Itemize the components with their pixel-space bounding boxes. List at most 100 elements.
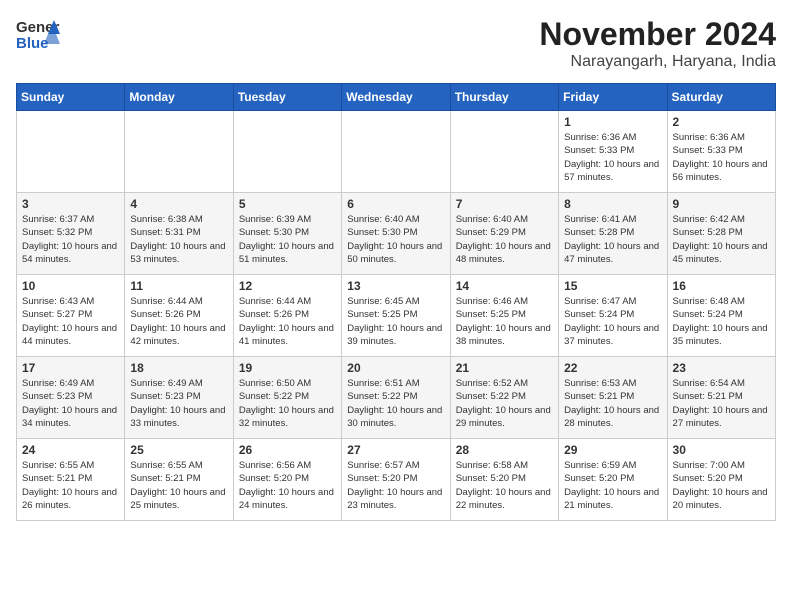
calendar-week-row: 3 Sunrise: 6:37 AMSunset: 5:32 PMDayligh…	[17, 193, 776, 275]
header-saturday: Saturday	[667, 84, 775, 111]
day-number: 25	[130, 443, 227, 457]
day-info: Sunrise: 6:40 AMSunset: 5:29 PMDaylight:…	[456, 213, 553, 266]
table-row: 30 Sunrise: 7:00 AMSunset: 5:20 PMDaylig…	[667, 439, 775, 521]
day-info: Sunrise: 6:59 AMSunset: 5:20 PMDaylight:…	[564, 459, 661, 512]
day-info: Sunrise: 6:56 AMSunset: 5:20 PMDaylight:…	[239, 459, 336, 512]
day-number: 27	[347, 443, 444, 457]
day-number: 29	[564, 443, 661, 457]
day-number: 23	[673, 361, 770, 375]
header-sunday: Sunday	[17, 84, 125, 111]
day-info: Sunrise: 6:38 AMSunset: 5:31 PMDaylight:…	[130, 213, 227, 266]
day-info: Sunrise: 6:55 AMSunset: 5:21 PMDaylight:…	[130, 459, 227, 512]
logo-icon: General Blue	[16, 16, 60, 52]
table-row	[342, 111, 450, 193]
table-row: 17 Sunrise: 6:49 AMSunset: 5:23 PMDaylig…	[17, 357, 125, 439]
table-row	[125, 111, 233, 193]
day-number: 24	[22, 443, 119, 457]
day-number: 11	[130, 279, 227, 293]
table-row: 16 Sunrise: 6:48 AMSunset: 5:24 PMDaylig…	[667, 275, 775, 357]
table-row: 14 Sunrise: 6:46 AMSunset: 5:25 PMDaylig…	[450, 275, 558, 357]
day-number: 16	[673, 279, 770, 293]
header-thursday: Thursday	[450, 84, 558, 111]
svg-text:Blue: Blue	[16, 35, 49, 52]
day-number: 18	[130, 361, 227, 375]
day-info: Sunrise: 6:43 AMSunset: 5:27 PMDaylight:…	[22, 295, 119, 348]
day-info: Sunrise: 6:57 AMSunset: 5:20 PMDaylight:…	[347, 459, 444, 512]
table-row: 27 Sunrise: 6:57 AMSunset: 5:20 PMDaylig…	[342, 439, 450, 521]
table-row	[450, 111, 558, 193]
day-info: Sunrise: 6:49 AMSunset: 5:23 PMDaylight:…	[22, 377, 119, 430]
day-number: 5	[239, 197, 336, 211]
header-friday: Friday	[559, 84, 667, 111]
table-row: 8 Sunrise: 6:41 AMSunset: 5:28 PMDayligh…	[559, 193, 667, 275]
header-tuesday: Tuesday	[233, 84, 341, 111]
day-number: 19	[239, 361, 336, 375]
day-number: 13	[347, 279, 444, 293]
table-row: 24 Sunrise: 6:55 AMSunset: 5:21 PMDaylig…	[17, 439, 125, 521]
day-number: 14	[456, 279, 553, 293]
logo: General Blue	[16, 16, 60, 52]
day-number: 12	[239, 279, 336, 293]
table-row: 26 Sunrise: 6:56 AMSunset: 5:20 PMDaylig…	[233, 439, 341, 521]
day-info: Sunrise: 6:50 AMSunset: 5:22 PMDaylight:…	[239, 377, 336, 430]
table-row: 9 Sunrise: 6:42 AMSunset: 5:28 PMDayligh…	[667, 193, 775, 275]
day-number: 15	[564, 279, 661, 293]
table-row: 18 Sunrise: 6:49 AMSunset: 5:23 PMDaylig…	[125, 357, 233, 439]
day-number: 4	[130, 197, 227, 211]
day-number: 10	[22, 279, 119, 293]
header-wednesday: Wednesday	[342, 84, 450, 111]
day-number: 28	[456, 443, 553, 457]
table-row: 29 Sunrise: 6:59 AMSunset: 5:20 PMDaylig…	[559, 439, 667, 521]
table-row: 12 Sunrise: 6:44 AMSunset: 5:26 PMDaylig…	[233, 275, 341, 357]
day-info: Sunrise: 6:52 AMSunset: 5:22 PMDaylight:…	[456, 377, 553, 430]
table-row: 3 Sunrise: 6:37 AMSunset: 5:32 PMDayligh…	[17, 193, 125, 275]
day-number: 30	[673, 443, 770, 457]
table-row: 28 Sunrise: 6:58 AMSunset: 5:20 PMDaylig…	[450, 439, 558, 521]
day-info: Sunrise: 6:39 AMSunset: 5:30 PMDaylight:…	[239, 213, 336, 266]
table-row: 19 Sunrise: 6:50 AMSunset: 5:22 PMDaylig…	[233, 357, 341, 439]
day-number: 8	[564, 197, 661, 211]
page-header: General Blue November 2024 Narayangarh, …	[16, 16, 776, 71]
table-row: 23 Sunrise: 6:54 AMSunset: 5:21 PMDaylig…	[667, 357, 775, 439]
day-info: Sunrise: 6:46 AMSunset: 5:25 PMDaylight:…	[456, 295, 553, 348]
day-info: Sunrise: 6:47 AMSunset: 5:24 PMDaylight:…	[564, 295, 661, 348]
day-info: Sunrise: 6:48 AMSunset: 5:24 PMDaylight:…	[673, 295, 770, 348]
day-number: 20	[347, 361, 444, 375]
day-info: Sunrise: 6:42 AMSunset: 5:28 PMDaylight:…	[673, 213, 770, 266]
calendar-week-row: 24 Sunrise: 6:55 AMSunset: 5:21 PMDaylig…	[17, 439, 776, 521]
table-row	[233, 111, 341, 193]
day-number: 9	[673, 197, 770, 211]
calendar-header-row: Sunday Monday Tuesday Wednesday Thursday…	[17, 84, 776, 111]
table-row: 20 Sunrise: 6:51 AMSunset: 5:22 PMDaylig…	[342, 357, 450, 439]
table-row: 1 Sunrise: 6:36 AMSunset: 5:33 PMDayligh…	[559, 111, 667, 193]
table-row: 6 Sunrise: 6:40 AMSunset: 5:30 PMDayligh…	[342, 193, 450, 275]
day-info: Sunrise: 6:37 AMSunset: 5:32 PMDaylight:…	[22, 213, 119, 266]
day-info: Sunrise: 6:58 AMSunset: 5:20 PMDaylight:…	[456, 459, 553, 512]
month-title: November 2024	[539, 16, 776, 53]
table-row: 5 Sunrise: 6:39 AMSunset: 5:30 PMDayligh…	[233, 193, 341, 275]
day-number: 7	[456, 197, 553, 211]
day-number: 21	[456, 361, 553, 375]
day-number: 6	[347, 197, 444, 211]
day-info: Sunrise: 6:51 AMSunset: 5:22 PMDaylight:…	[347, 377, 444, 430]
calendar-week-row: 10 Sunrise: 6:43 AMSunset: 5:27 PMDaylig…	[17, 275, 776, 357]
day-info: Sunrise: 6:45 AMSunset: 5:25 PMDaylight:…	[347, 295, 444, 348]
calendar-table: Sunday Monday Tuesday Wednesday Thursday…	[16, 83, 776, 521]
day-info: Sunrise: 6:36 AMSunset: 5:33 PMDaylight:…	[673, 131, 770, 184]
day-info: Sunrise: 6:55 AMSunset: 5:21 PMDaylight:…	[22, 459, 119, 512]
day-info: Sunrise: 7:00 AMSunset: 5:20 PMDaylight:…	[673, 459, 770, 512]
table-row	[17, 111, 125, 193]
table-row: 22 Sunrise: 6:53 AMSunset: 5:21 PMDaylig…	[559, 357, 667, 439]
table-row: 4 Sunrise: 6:38 AMSunset: 5:31 PMDayligh…	[125, 193, 233, 275]
calendar-week-row: 17 Sunrise: 6:49 AMSunset: 5:23 PMDaylig…	[17, 357, 776, 439]
table-row: 7 Sunrise: 6:40 AMSunset: 5:29 PMDayligh…	[450, 193, 558, 275]
table-row: 13 Sunrise: 6:45 AMSunset: 5:25 PMDaylig…	[342, 275, 450, 357]
day-number: 22	[564, 361, 661, 375]
calendar-week-row: 1 Sunrise: 6:36 AMSunset: 5:33 PMDayligh…	[17, 111, 776, 193]
day-number: 1	[564, 115, 661, 129]
table-row: 21 Sunrise: 6:52 AMSunset: 5:22 PMDaylig…	[450, 357, 558, 439]
day-number: 2	[673, 115, 770, 129]
table-row: 10 Sunrise: 6:43 AMSunset: 5:27 PMDaylig…	[17, 275, 125, 357]
day-number: 17	[22, 361, 119, 375]
day-info: Sunrise: 6:44 AMSunset: 5:26 PMDaylight:…	[239, 295, 336, 348]
